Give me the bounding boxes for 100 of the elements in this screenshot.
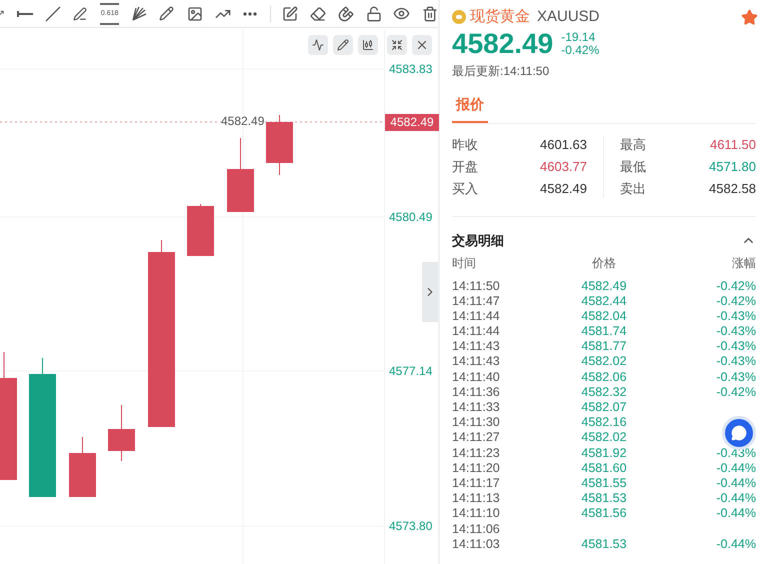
trade-time: 14:11:17: [452, 476, 500, 492]
pencil-icon: [159, 6, 174, 21]
candle: [108, 404, 135, 462]
trade-time: 14:11:33: [452, 400, 500, 416]
trade-time: 14:11:10: [452, 506, 500, 522]
note-icon: [282, 6, 298, 22]
trade-change: -0.44%: [716, 536, 756, 552]
current-price-label: 4582.49: [385, 114, 439, 131]
trade-time: 14:11:44: [452, 324, 500, 340]
trade-change: -0.44%: [716, 476, 756, 492]
trade-time: 14:11:36: [452, 384, 500, 400]
chat-icon: [731, 425, 747, 441]
trade-time: 14:11:13: [452, 491, 500, 506]
stat-label: 开盘: [452, 158, 478, 176]
trade-change: -0.43%: [716, 354, 756, 370]
trade-price: 4582.49: [581, 278, 627, 294]
trade-change: -0.44%: [716, 460, 756, 476]
favorite-icon[interactable]: [741, 8, 758, 26]
unlock-icon: [366, 6, 382, 22]
close-button[interactable]: [412, 35, 432, 55]
trade-change: -0.43%: [716, 308, 756, 324]
shrink-icon: [391, 39, 403, 51]
pencil-icon: [337, 39, 349, 51]
trade-price: 4582.04: [581, 308, 627, 324]
stat-label: 昨收: [452, 136, 478, 154]
trade-price: 4582.32: [581, 384, 627, 400]
image-icon: [186, 6, 203, 22]
stat-value: 4582.49: [540, 180, 587, 198]
shrink-button[interactable]: [387, 35, 407, 55]
stat-label: 最低: [620, 158, 646, 176]
column-header: 价格: [592, 254, 616, 272]
axis-label: 4577.14: [389, 365, 432, 377]
collapse-handle[interactable]: [422, 262, 438, 322]
trade-price: 4582.02: [581, 430, 627, 446]
trade-time: 14:11:20: [452, 460, 500, 476]
candle: [266, 114, 293, 176]
trade-change: -0.43%: [716, 446, 756, 461]
trade-price: 4581.56: [581, 506, 627, 522]
trade-price: 4581.55: [581, 476, 627, 492]
fan-icon: [130, 6, 147, 22]
trade-time: 14:11:43: [452, 339, 500, 354]
axis-label: 4573.80: [389, 520, 432, 532]
trade-price: 4581.53: [581, 536, 627, 552]
draw-button[interactable]: [333, 35, 353, 55]
trade-time: 14:11:40: [452, 370, 500, 385]
trade-time: 14:11:03: [452, 536, 500, 552]
trade-change: -0.42%: [716, 294, 756, 309]
column-header: 涨幅: [732, 254, 756, 272]
trade-price: 4582.44: [581, 294, 627, 309]
magnet-icon: [338, 6, 354, 22]
column-header: 时间: [452, 254, 476, 272]
trade-time: 14:11:50: [452, 278, 500, 294]
trade-change: -0.44%: [716, 491, 756, 506]
price-label: 4582.49: [221, 115, 264, 127]
trade-price: 4581.77: [581, 339, 627, 354]
axis-label: 4580.49: [389, 211, 432, 223]
candle-type-button[interactable]: [358, 35, 378, 55]
indicator-button[interactable]: [308, 35, 328, 55]
chat-button[interactable]: [722, 416, 756, 450]
trade-change: -0.42%: [716, 278, 756, 294]
trade-time: 14:11:43: [452, 354, 500, 370]
stat-label: 卖出: [620, 180, 646, 198]
instrument-symbol: XAUUSD: [537, 6, 600, 27]
indicator-icon: [312, 39, 324, 51]
trade-change: -0.43%: [716, 324, 756, 340]
trade-price: 4581.92: [581, 446, 627, 461]
stat-label: 买入: [452, 180, 478, 198]
trade-price: 4581.53: [581, 491, 627, 506]
trade-change: -0.44%: [716, 506, 756, 522]
segment-icon: [44, 6, 61, 22]
stat-label: 最高: [620, 136, 646, 154]
eye-icon: [393, 5, 410, 22]
eraser-icon: [310, 6, 326, 22]
current-price: 4582.49: [452, 30, 554, 58]
trade-price: 4582.16: [581, 415, 627, 430]
candlestick-icon: [362, 39, 374, 51]
stat-value: 4603.77: [540, 158, 587, 176]
trade-change: -0.42%: [716, 384, 756, 400]
trade-time: 14:11:06: [452, 522, 500, 537]
trade-price: 4581.74: [581, 324, 627, 340]
last-updated: 最后更新:14:11:50: [452, 63, 550, 80]
trade-price: 4582.06: [581, 370, 627, 385]
trade-time: 14:11:27: [452, 430, 500, 446]
trade-time: 14:11:30: [452, 415, 500, 430]
stat-value: 4601.63: [540, 136, 587, 154]
trade-price: 4582.02: [581, 354, 627, 370]
stat-value: 4611.50: [710, 136, 756, 154]
trade-time: 14:11:44: [452, 308, 500, 324]
trash-icon: [422, 6, 438, 22]
trade-time: 14:11:23: [452, 446, 500, 461]
trade-price: 4581.60: [581, 460, 627, 476]
stat-value: 4571.80: [709, 158, 756, 176]
trade-change: -0.43%: [716, 339, 756, 354]
trade-change: -0.43%: [716, 370, 756, 385]
more-icon: [243, 12, 258, 16]
trade-time: 14:11:47: [452, 294, 500, 309]
percent-change: -0.42%: [561, 44, 600, 57]
price-change: -19.14: [561, 31, 596, 44]
candle: [187, 204, 214, 256]
coin-icon: [452, 10, 466, 24]
